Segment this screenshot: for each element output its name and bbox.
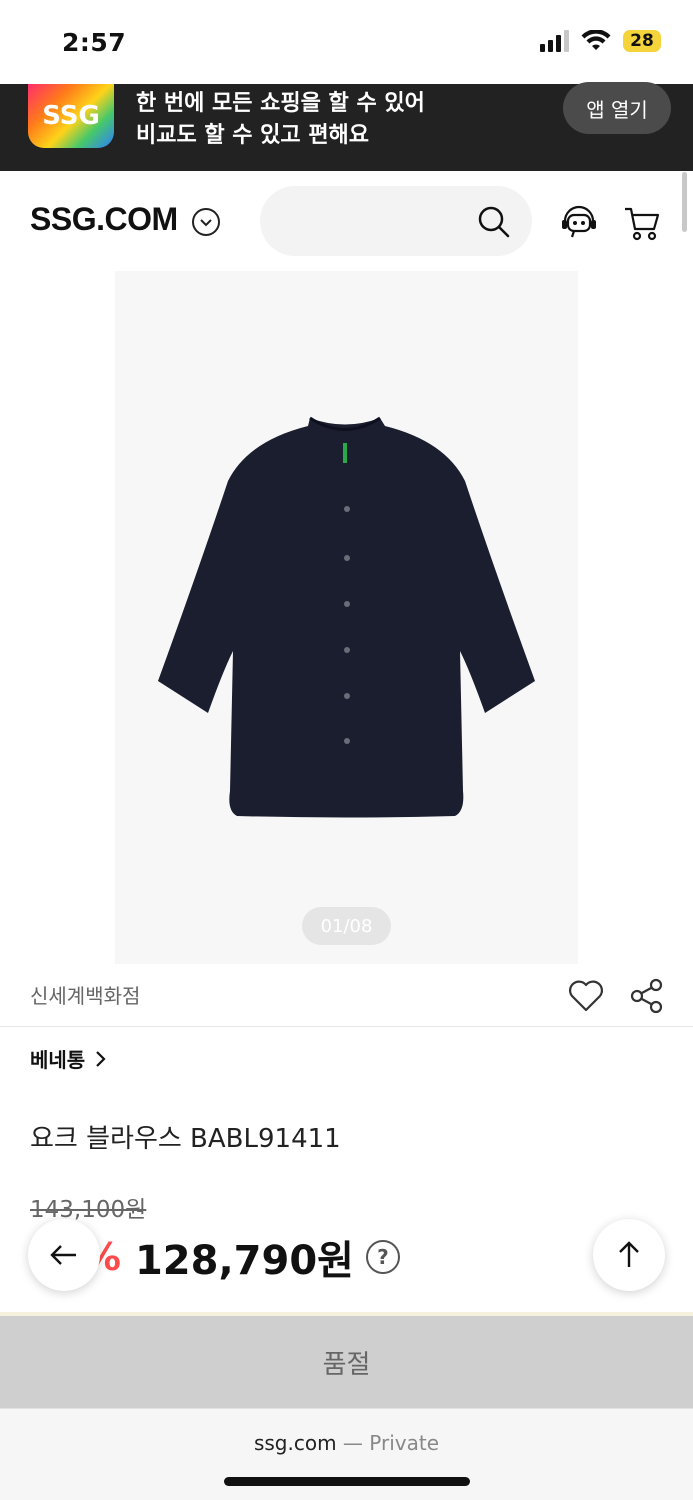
heart-icon[interactable]: [566, 976, 606, 1016]
product-name: 요크 블라우스 BABL91411: [30, 1124, 341, 1154]
back-button[interactable]: [28, 1219, 100, 1291]
home-indicator[interactable]: [224, 1477, 470, 1486]
battery-indicator: 28: [623, 30, 661, 52]
arrow-left-icon: [50, 1245, 76, 1265]
browser-bar: ssg.com — Private: [0, 1408, 693, 1500]
site-header: SSG.COM: [0, 171, 693, 271]
seller-name[interactable]: 신세계백화점: [30, 980, 140, 1009]
chevron-down-icon[interactable]: [192, 208, 220, 236]
status-icons: 28: [540, 30, 661, 52]
cart-icon[interactable]: [622, 203, 662, 243]
scroll-top-button[interactable]: [593, 1219, 665, 1291]
chevron-right-icon: [96, 1050, 106, 1067]
seller-row: 신세계백화점: [0, 964, 693, 1027]
share-icon[interactable]: [628, 977, 666, 1015]
url-separator: —: [336, 1431, 370, 1455]
sale-price: 128,790원: [134, 1238, 354, 1284]
scrollbar[interactable]: [682, 172, 687, 232]
cellular-signal-icon: [540, 30, 569, 52]
open-app-button[interactable]: 앱 열기: [563, 82, 671, 134]
sold-out-button[interactable]: 품절: [0, 1312, 693, 1408]
status-time: 2:57: [62, 28, 127, 57]
banner-text: 한 번에 모든 쇼핑을 할 수 있어 비교도 할 수 있고 편해요: [136, 88, 425, 152]
banner-line-1: 한 번에 모든 쇼핑을 할 수 있어: [136, 91, 425, 116]
headset-icon[interactable]: [558, 201, 600, 243]
url-domain: ssg.com: [253, 1431, 337, 1455]
brand-name: 베네통: [30, 1048, 86, 1072]
ssg-app-logo: SSG: [28, 84, 114, 148]
blouse-image: [158, 416, 535, 818]
site-logo[interactable]: SSG.COM: [30, 201, 178, 238]
wifi-icon: [581, 30, 611, 50]
price-help-icon[interactable]: ?: [365, 1240, 400, 1274]
search-icon[interactable]: [476, 204, 512, 240]
image-counter: 01/08: [302, 907, 391, 945]
private-mode-label: Private: [369, 1431, 440, 1455]
search-input[interactable]: [260, 186, 532, 256]
status-bar: 2:57 28: [0, 0, 693, 84]
app-install-banner: SSG 한 번에 모든 쇼핑을 할 수 있어 비교도 할 수 있고 편해요 앱 …: [0, 82, 693, 171]
product-image[interactable]: 01/08: [115, 271, 578, 964]
banner-line-2: 비교도 할 수 있고 편해요: [136, 123, 370, 148]
arrow-up-icon: [619, 1241, 639, 1267]
address-bar[interactable]: ssg.com — Private: [0, 1431, 693, 1455]
original-price: 143,100원: [30, 1197, 147, 1223]
brand-link[interactable]: 베네통: [30, 1044, 109, 1073]
